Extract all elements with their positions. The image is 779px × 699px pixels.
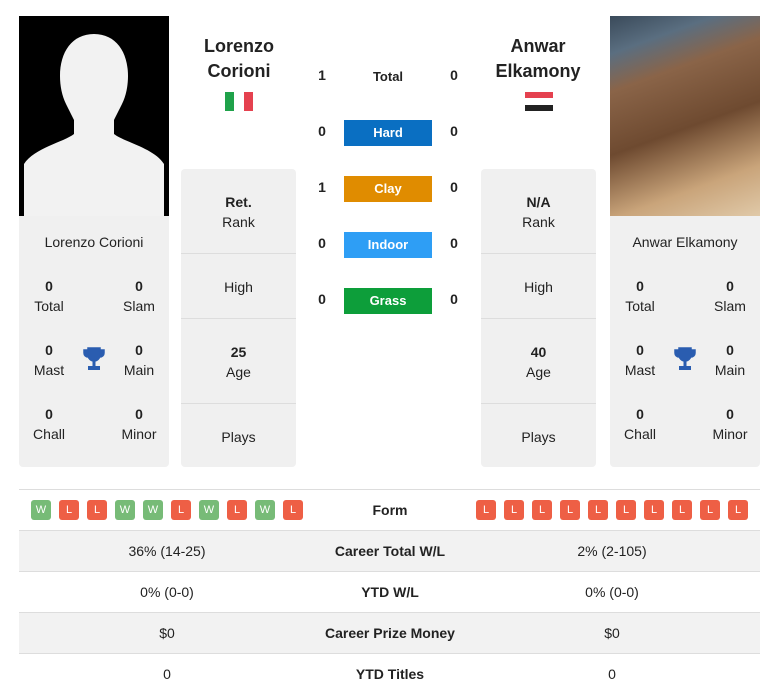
h2h-p1-clay: 1 [318,179,326,195]
player1-form-badge: L [171,500,191,520]
h2h-label-total: Total [372,69,404,84]
player2-total: 0 Total [625,278,655,314]
player2-main: 0 Main [714,342,746,378]
player2-card: Anwar Elkamony 0 Total 0 Slam 0 Mast 0 Main … [610,216,760,467]
player1-form-badge: W [143,500,163,520]
player1-chall: 0 Chall [33,406,65,442]
player2-photo [610,16,760,216]
ytd-wl-row: 0% (0-0) YTD W/L 0% (0-0) [19,571,760,612]
player1-form-badge: L [59,500,79,520]
player2-form-badge: L [532,500,552,520]
player1-photo [19,16,169,216]
player2-form-badge: L [644,500,664,520]
player2-minor: 0 Minor [712,406,748,442]
h2h-p2-grass: 0 [450,291,458,307]
player1-form-badge: W [115,500,135,520]
egypt-flag-icon [525,92,553,111]
player1-minor: 0 Minor [121,406,157,442]
player1-form-badge: L [227,500,247,520]
player2-form-badge: L [504,500,524,520]
player2-form-badge: L [672,500,692,520]
player1-total: 0 Total [34,278,64,314]
h2h-label-clay: Clay [344,176,432,202]
player1-slam: 0 Slam [123,278,155,314]
ytd-titles-row: 0 YTD Titles 0 [19,653,760,694]
player2-heading[interactable]: Anwar Elkamony [473,34,603,84]
player2-form-badge: L [588,500,608,520]
player2-name: Anwar Elkamony [632,234,738,250]
player1-main: 0 Main [123,342,155,378]
h2h-label-grass: Grass [344,288,432,314]
h2h-p2-clay: 0 [450,179,458,195]
player2-form-badge: L [476,500,496,520]
player1-mast: 0 Mast [33,342,65,378]
h2h-p1-hard: 0 [318,123,326,139]
player1-form-badge: W [31,500,51,520]
player2-form-badge: L [728,500,748,520]
player1-name: Lorenzo Corioni [44,234,144,250]
h2h-label-indoor: Indoor [344,232,432,258]
h2h-p2-indoor: 0 [450,235,458,251]
italy-flag-icon [225,92,253,111]
player2-chall: 0 Chall [624,406,656,442]
player2-info: N/A Rank High 40 Age Plays [481,169,596,467]
h2h-p2-hard: 0 [450,123,458,139]
h2h-p1-indoor: 0 [318,235,326,251]
h2h-label-hard: Hard [344,120,432,146]
player2-slam: 0 Slam [714,278,746,314]
player1-form-badge: W [199,500,219,520]
h2h-p2-total: 0 [450,67,458,83]
trophy-icon [83,347,105,370]
player1-info: Ret. Rank High 25 Age Plays [181,169,296,467]
player1-card: Lorenzo Corioni 0 Total 0 Slam 0 Mast 0 Main… [19,216,169,467]
trophy-icon [674,347,696,370]
player1-form-badge: L [87,500,107,520]
h2h-p1-grass: 0 [318,291,326,307]
player2-form-badge: L [700,500,720,520]
player1-form-badge: L [283,500,303,520]
prize-money-row: $0 Career Prize Money $0 [19,612,760,653]
career-wl-row: 36% (14-25) Career Total W/L 2% (2-105) [19,530,760,571]
player2-mast: 0 Mast [624,342,656,378]
player2-form-badge: L [616,500,636,520]
player2-form-badge: L [560,500,580,520]
player1-heading[interactable]: Lorenzo Corioni [174,34,304,84]
player1-form-badge: W [255,500,275,520]
